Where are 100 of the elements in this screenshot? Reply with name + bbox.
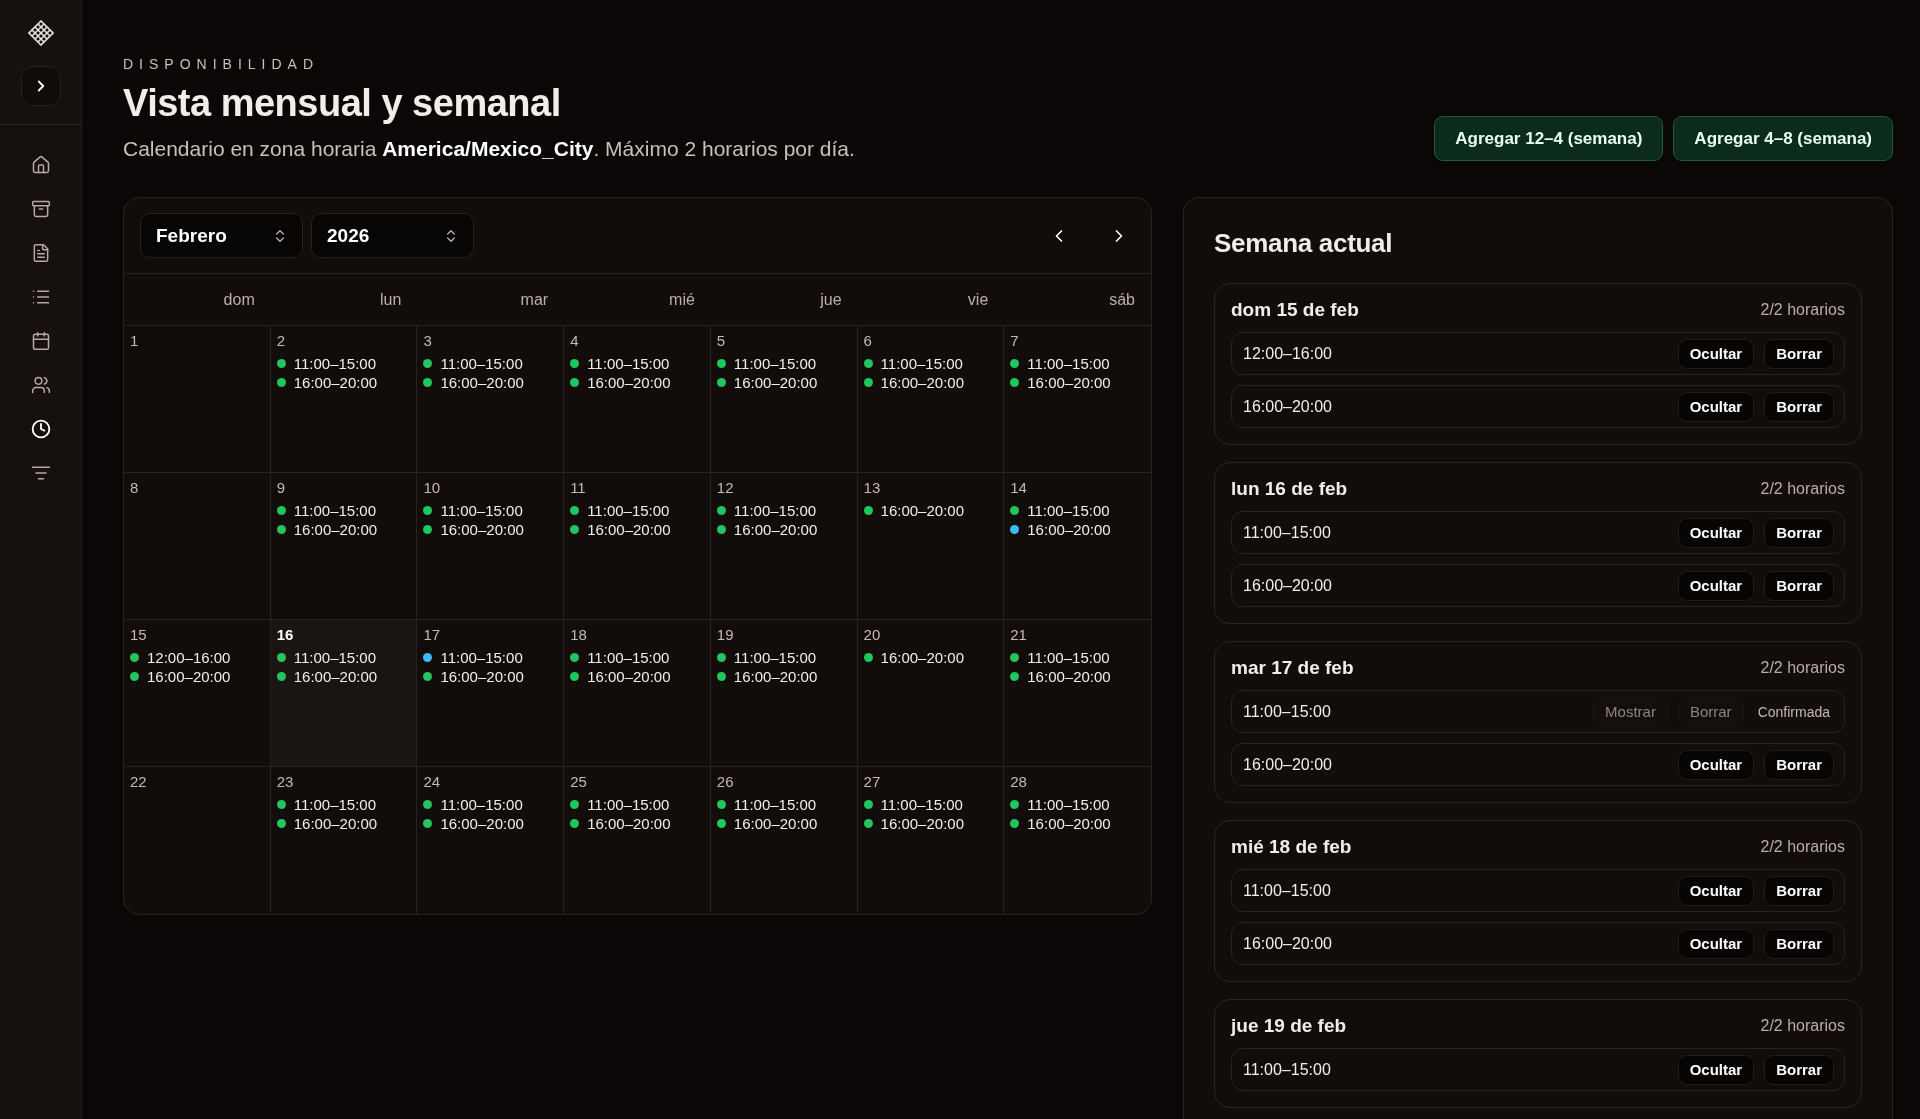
box-icon[interactable] (30, 199, 51, 219)
slot-time: 16:00–20:00 (293, 815, 378, 832)
slot-time: 11:00–15:00 (293, 649, 376, 666)
calendar-day-cell[interactable]: 12 11:00–15:00 16:00–20:00 (710, 473, 858, 620)
slot-time: 12:00–16:00 (147, 649, 231, 666)
calendar-day-cell[interactable]: 1 (124, 326, 271, 473)
day-number: 13 (863, 479, 881, 496)
slot-time: 16:00–20:00 (733, 521, 818, 538)
slot-action-button[interactable]: Ocultar (1677, 517, 1755, 548)
clock-icon[interactable] (30, 419, 51, 439)
day-number: 12 (716, 479, 734, 496)
calendar-day-cell[interactable]: 8 (124, 473, 271, 620)
slot-time: 11:00–15:00 (440, 796, 523, 813)
calendar-day-cell[interactable]: 24 11:00–15:00 16:00–20:00 (417, 767, 565, 914)
slot-time: 16:00–20:00 (293, 668, 378, 685)
slot-action-button[interactable]: Borrar (1764, 391, 1834, 422)
calendar-day-cell[interactable]: 7 11:00–15:00 16:00–20:00 (1004, 326, 1151, 473)
slot-time: 16:00–20:00 (1243, 576, 1333, 595)
calendar-day-cell[interactable]: 19 11:00–15:00 16:00–20:00 (710, 620, 858, 767)
day-number: 3 (423, 332, 432, 349)
calendar-day-cell[interactable]: 23 11:00–15:00 16:00–20:00 (270, 767, 418, 914)
weekday-label: mar (519, 290, 550, 309)
slot-time: 11:00–15:00 (293, 502, 376, 519)
slot-time: 11:00–15:00 (587, 796, 670, 813)
calendar-day-cell[interactable]: 6 11:00–15:00 16:00–20:00 (857, 326, 1005, 473)
slot-action-button[interactable]: Ocultar (1677, 749, 1755, 780)
home-icon[interactable] (30, 155, 51, 175)
users-icon[interactable] (30, 375, 51, 395)
panel-title: Semana actual (1214, 228, 1394, 259)
weekday-label: vie (966, 290, 990, 309)
calendar-day-cell[interactable]: 5 11:00–15:00 16:00–20:00 (710, 326, 858, 473)
slot-time: 16:00–20:00 (733, 815, 818, 832)
slot-time: 16:00–20:00 (733, 374, 818, 391)
calendar-day-cell[interactable]: 17 11:00–15:00 16:00–20:00 (417, 620, 565, 767)
slot-time: 16:00–20:00 (880, 815, 964, 832)
slot-time: 16:00–20:00 (880, 649, 964, 666)
slot-count: 2/2 horarios (1760, 301, 1845, 319)
calendar-day-cell[interactable]: 26 11:00–15:00 16:00–20:00 (710, 767, 858, 914)
add-week-button[interactable]: Agregar 4–8 (semana) (1673, 116, 1893, 161)
slot-time: 12:00–16:00 (1243, 344, 1333, 363)
slot-action-button[interactable]: Ocultar (1677, 1054, 1755, 1085)
day-number: 6 (863, 332, 872, 349)
calendar-day-cell[interactable]: 27 11:00–15:00 16:00–20:00 (857, 767, 1005, 914)
day-number: 18 (570, 626, 587, 643)
day-number: 7 (1010, 332, 1019, 349)
day-number: 10 (423, 479, 441, 496)
page-title: Vista mensual y semanal (123, 82, 562, 125)
add-week-button[interactable]: Agregar 12–4 (semana) (1434, 116, 1664, 161)
day-number: 5 (716, 332, 726, 349)
slot-time: 11:00–15:00 (733, 355, 817, 372)
calendar-day-cell[interactable]: 21 11:00–15:00 16:00–20:00 (1004, 620, 1151, 767)
calendar-day-cell[interactable]: 22 (124, 767, 271, 914)
slot-action-button[interactable]: Borrar (1764, 570, 1834, 601)
list-icon[interactable] (30, 287, 51, 307)
day-title: dom 15 de feb (1231, 299, 1359, 321)
day-number: 2 (276, 332, 286, 349)
slot-time: 16:00–20:00 (587, 668, 671, 685)
calendar-icon[interactable] (30, 331, 51, 351)
calendar-day-cell[interactable]: 16 11:00–15:00 16:00–20:00 (270, 620, 418, 767)
calendar-day-cell[interactable]: 18 11:00–15:00 16:00–20:00 (564, 620, 711, 767)
slot-action-button[interactable]: Borrar (1764, 875, 1834, 906)
calendar-day-cell[interactable]: 14 11:00–15:00 16:00–20:00 (1004, 473, 1151, 620)
slot-action-button[interactable]: Borrar (1764, 749, 1834, 780)
calendar-day-cell[interactable]: 25 11:00–15:00 16:00–20:00 (564, 767, 711, 914)
slot-time: 16:00–20:00 (880, 502, 964, 519)
slot-action-button[interactable]: Ocultar (1677, 570, 1755, 601)
slot-action-button[interactable]: Ocultar (1677, 391, 1755, 422)
calendar-day-cell[interactable]: 13 16:00–20:00 (857, 473, 1005, 620)
calendar-day-cell[interactable]: 3 11:00–15:00 16:00–20:00 (417, 326, 565, 473)
slot-time: 11:00–15:00 (587, 355, 670, 372)
slot-time: 16:00–20:00 (1027, 521, 1111, 538)
calendar-day-cell[interactable]: 11 11:00–15:00 16:00–20:00 (564, 473, 711, 620)
slot-count: 2/2 horarios (1760, 1017, 1845, 1035)
year-select[interactable]: 2026 (311, 213, 474, 258)
calendar-day-cell[interactable]: 4 11:00–15:00 16:00–20:00 (564, 326, 711, 473)
logo-icon (27, 20, 54, 46)
calendar-day-cell[interactable]: 15 12:00–16:00 16:00–20:00 (124, 620, 271, 767)
slot-time: 11:00–15:00 (1243, 1060, 1332, 1079)
calendar-day-cell[interactable]: 20 16:00–20:00 (857, 620, 1005, 767)
slot-count: 2/2 horarios (1760, 659, 1845, 677)
day-number: 25 (570, 773, 587, 790)
day-number: 9 (276, 479, 286, 496)
month-select[interactable]: Febrero (140, 213, 303, 258)
slot-action-button[interactable]: Borrar (1764, 517, 1834, 548)
day-title: lun 16 de feb (1231, 478, 1348, 500)
slot-action-button[interactable]: Ocultar (1677, 338, 1755, 369)
slot-action-button[interactable]: Borrar (1764, 928, 1834, 959)
slot-action-button[interactable]: Borrar (1764, 1054, 1834, 1085)
slot-action-button[interactable]: Borrar (1764, 338, 1834, 369)
slot-action-button[interactable]: Ocultar (1677, 875, 1755, 906)
day-title: mar 17 de feb (1231, 657, 1354, 679)
lines-icon[interactable] (30, 463, 51, 483)
calendar-day-cell[interactable]: 28 11:00–15:00 16:00–20:00 (1004, 767, 1151, 914)
calendar-day-cell[interactable]: 10 11:00–15:00 16:00–20:00 (417, 473, 565, 620)
calendar-day-cell[interactable]: 2 11:00–15:00 16:00–20:00 (270, 326, 418, 473)
slot-time: 16:00–20:00 (1243, 397, 1333, 416)
slot-action-button[interactable]: Ocultar (1677, 928, 1755, 959)
slot-time: 16:00–20:00 (440, 521, 524, 538)
day-number: 26 (716, 773, 734, 790)
slot-time: 11:00–15:00 (440, 649, 523, 666)
